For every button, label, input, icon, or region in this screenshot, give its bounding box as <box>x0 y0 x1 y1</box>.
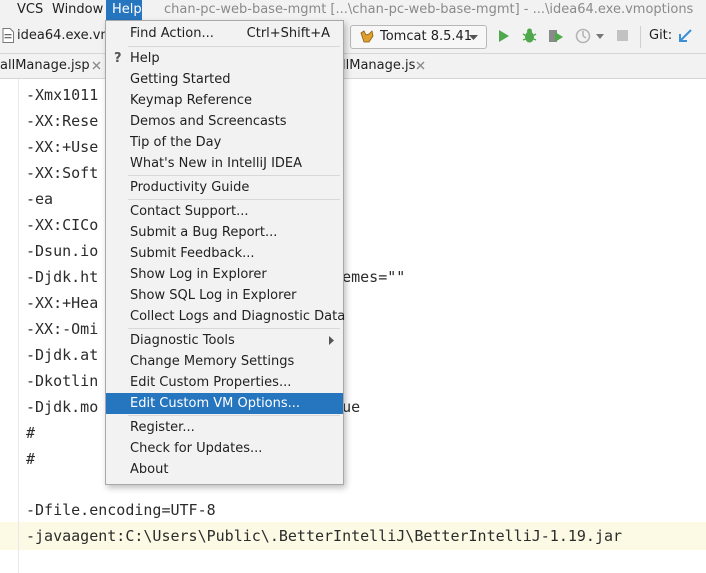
code-line: -Xmx1011 <box>26 86 99 104</box>
menu-separator <box>128 328 340 329</box>
xml-file-icon <box>2 28 14 43</box>
menu-item-shortcut: Ctrl+Shift+A <box>246 26 330 41</box>
code-line: -javaagent:C:\Users\Public\.BetterIntell… <box>26 527 623 545</box>
menu-help[interactable]: Help <box>106 0 142 20</box>
menu-item-submit-bug-report[interactable]: Submit a Bug Report... <box>106 222 343 243</box>
chevron-down-icon <box>469 35 478 40</box>
tab-label: allManage.jsp <box>0 58 90 73</box>
debug-icon[interactable] <box>522 28 537 44</box>
code-line: -XX:CICo <box>26 216 99 234</box>
code-line: -Dfile.encoding=UTF-8 <box>26 501 216 519</box>
menu-item-help[interactable]: ? Help <box>106 48 343 69</box>
menu-item-label: About <box>130 462 169 477</box>
menu-separator <box>128 46 340 47</box>
run-icon[interactable] <box>498 29 510 43</box>
menu-item-label: Keymap Reference <box>130 93 253 108</box>
menu-item-check-updates[interactable]: Check for Updates... <box>106 438 343 459</box>
menu-item-label: Show SQL Log in Explorer <box>130 288 297 303</box>
gutter-divider <box>18 79 19 573</box>
menu-item-show-log[interactable]: Show Log in Explorer <box>106 264 343 285</box>
menu-item-keymap-reference[interactable]: Keymap Reference <box>106 90 343 111</box>
menu-item-demos-screencasts[interactable]: Demos and Screencasts <box>106 111 343 132</box>
git-label: Git: <box>649 28 673 43</box>
menu-item-contact-support[interactable]: Contact Support... <box>106 201 343 222</box>
menu-item-edit-custom-vm-options[interactable]: Edit Custom VM Options... <box>106 393 343 414</box>
menu-item-find-action[interactable]: Find Action... Ctrl+Shift+A <box>106 23 343 44</box>
close-icon[interactable] <box>92 61 101 70</box>
menu-item-label: Show Log in Explorer <box>130 267 267 282</box>
toolbar-divider <box>640 26 641 48</box>
menu-item-diagnostic-tools[interactable]: Diagnostic Tools <box>106 330 343 351</box>
help-menu-dropdown: Find Action... Ctrl+Shift+A ? Help Getti… <box>105 20 346 485</box>
run-config-select[interactable]: Tomcat 8.5.41 <box>350 25 487 49</box>
code-line: -XX:-Omi <box>26 320 99 338</box>
menu-item-label: Collect Logs and Diagnostic Data <box>130 309 346 324</box>
menu-item-label: Demos and Screencasts <box>130 114 287 129</box>
menu-item-productivity-guide[interactable]: Productivity Guide <box>106 177 343 198</box>
menu-item-whats-new[interactable]: What's New in IntelliJ IDEA <box>106 153 343 174</box>
code-line: -XX:Rese <box>26 112 99 130</box>
menu-item-change-memory[interactable]: Change Memory Settings <box>106 351 343 372</box>
stop-icon[interactable] <box>617 30 628 41</box>
tomcat-icon <box>360 30 374 43</box>
menu-item-label: Help <box>130 51 160 66</box>
menu-item-edit-custom-properties[interactable]: Edit Custom Properties... <box>106 372 343 393</box>
menu-item-label: Getting Started <box>130 72 231 87</box>
coverage-icon[interactable] <box>548 28 564 44</box>
update-arrow-icon[interactable] <box>679 29 692 42</box>
menu-item-label: Submit Feedback... <box>130 246 255 261</box>
menu-item-getting-started[interactable]: Getting Started <box>106 69 343 90</box>
menu-item-about[interactable]: About <box>106 459 343 480</box>
code-line: -XX:+Use <box>26 138 99 156</box>
submenu-arrow-icon <box>329 336 334 345</box>
window-title: chan-pc-web-base-mgmt [...\chan-pc-web-b… <box>164 2 694 17</box>
menu-item-label: Change Memory Settings <box>130 354 295 369</box>
code-line: -XX:Soft <box>26 164 99 182</box>
menu-item-label: Register... <box>130 420 195 435</box>
menu-item-show-sql-log[interactable]: Show SQL Log in Explorer <box>106 285 343 306</box>
menu-item-label: Productivity Guide <box>130 180 250 195</box>
code-line: -Dkotlin <box>26 372 99 390</box>
menu-item-label: Diagnostic Tools <box>130 333 235 348</box>
menu-item-submit-feedback[interactable]: Submit Feedback... <box>106 243 343 264</box>
code-line: -ea <box>26 190 54 208</box>
menu-item-label: Submit a Bug Report... <box>130 225 278 240</box>
profile-icon[interactable] <box>575 28 591 44</box>
menu-item-register[interactable]: Register... <box>106 417 343 438</box>
run-config-label: Tomcat 8.5.41 <box>380 29 473 44</box>
tab-label: llManage.js <box>342 58 416 73</box>
menu-item-label: Edit Custom Properties... <box>130 375 292 390</box>
code-line: # <box>26 450 36 468</box>
menu-separator <box>128 175 340 176</box>
menu-separator <box>128 415 340 416</box>
menu-window[interactable]: Window <box>52 0 103 20</box>
menu-vcs[interactable]: VCS <box>17 0 43 20</box>
chevron-down-icon[interactable] <box>596 34 604 39</box>
menu-item-label: Find Action... <box>130 26 214 41</box>
menu-bar: VCS Window Help chan-pc-web-base-mgmt [.… <box>0 0 706 20</box>
menu-item-label: Check for Updates... <box>130 441 263 456</box>
menu-item-label: Tip of the Day <box>130 135 222 150</box>
menu-item-label: Contact Support... <box>130 204 249 219</box>
menu-item-tip-of-the-day[interactable]: Tip of the Day <box>106 132 343 153</box>
menu-item-label: Edit Custom VM Options... <box>130 396 301 411</box>
question-mark-icon: ? <box>114 51 122 66</box>
close-icon[interactable] <box>416 61 425 70</box>
menu-item-label: What's New in IntelliJ IDEA <box>130 156 303 171</box>
code-line: # <box>26 424 36 442</box>
menu-separator <box>128 199 340 200</box>
menu-item-collect-logs[interactable]: Collect Logs and Diagnostic Data <box>106 306 346 327</box>
code-line: -XX:+Hea <box>26 294 99 312</box>
